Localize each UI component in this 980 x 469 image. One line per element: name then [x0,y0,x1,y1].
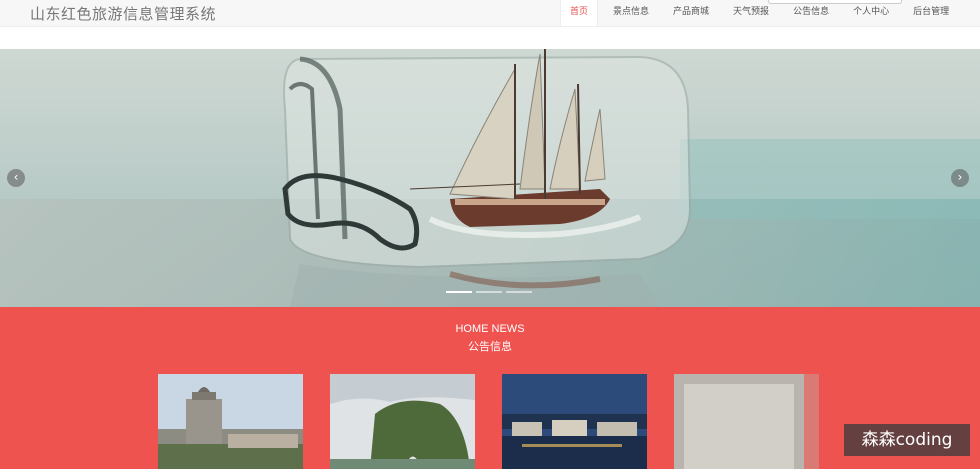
nav-item-weather[interactable]: 天气预报 [724,0,778,26]
news-card-3[interactable] [502,374,647,469]
carousel-indicator-1[interactable] [446,291,472,293]
news-card-image-2 [330,374,475,469]
nav-item-home[interactable]: 首页 [560,0,599,26]
news-title-en: HOME NEWS [455,323,525,335]
top-navbar: 山东红色旅游信息管理系统 首页 景点信息 产品商城 天气预报 公告信息 个人中心… [0,0,980,27]
main-nav: 首页 景点信息 产品商城 天气预报 公告信息 个人中心 后台管理 [560,0,964,26]
news-card-4[interactable] [674,374,819,469]
site-title[interactable]: 山东红色旅游信息管理系统 [30,3,216,24]
nav-item-shop[interactable]: 产品商城 [664,0,718,26]
carousel-prev-button[interactable]: ‹ [7,169,25,187]
news-card-image-1 [158,374,303,469]
news-card-image-3 [502,374,647,469]
nav-item-notices[interactable]: 公告信息 [784,0,838,26]
banner-carousel[interactable] [0,49,980,307]
nav-item-attractions[interactable]: 景点信息 [604,0,658,26]
news-section: HOME NEWS 公告信息 [0,307,980,469]
nav-item-admin[interactable]: 后台管理 [904,0,958,26]
nav-item-profile[interactable]: 个人中心 [844,0,898,26]
watermark: 森森coding [844,424,970,456]
news-card-1[interactable] [158,374,303,469]
carousel-indicators [446,291,532,293]
carousel-indicator-3[interactable] [506,291,532,293]
news-card-image-4 [674,374,819,469]
carousel-indicator-2[interactable] [476,291,502,293]
news-title-zh: 公告信息 [468,340,512,353]
banner-image [0,49,980,307]
carousel-next-button[interactable]: › [951,169,969,187]
news-card-2[interactable] [330,374,475,469]
